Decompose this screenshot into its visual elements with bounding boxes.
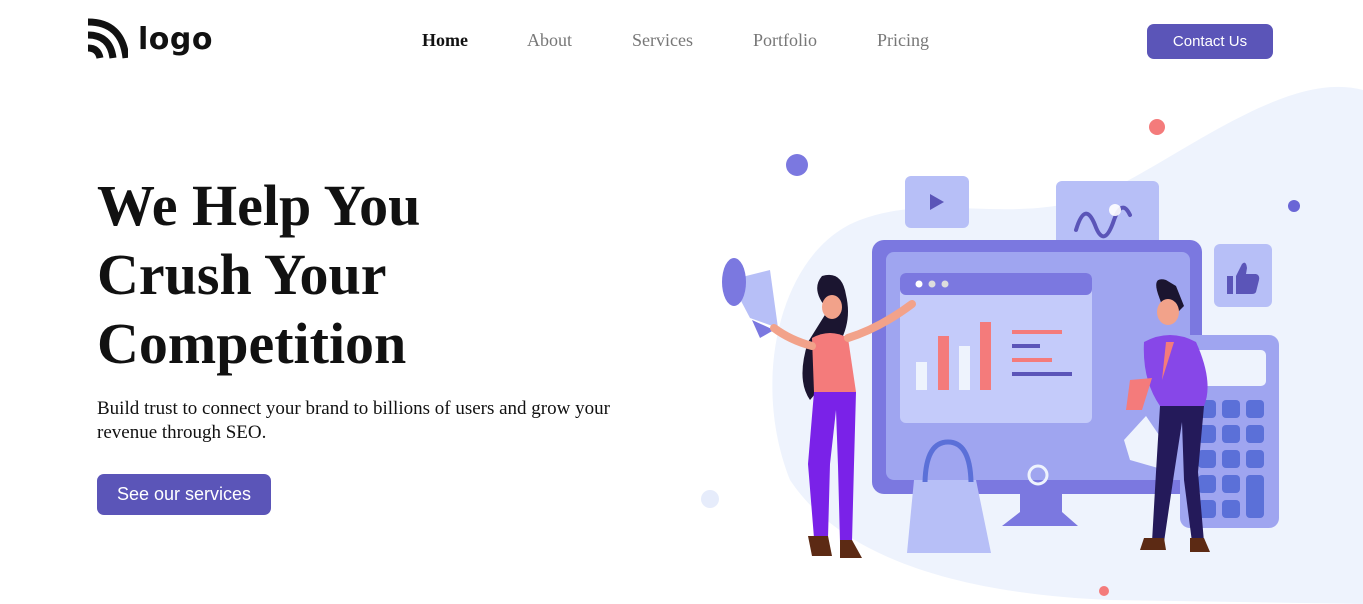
headline-line-1: We Help You — [97, 173, 421, 238]
hero-headline: We Help You Crush Your Competition — [97, 171, 617, 378]
headline-line-2: Crush Your — [97, 242, 387, 307]
thumbs-up-icon — [1214, 244, 1272, 307]
video-card-icon — [905, 176, 969, 228]
nav-pricing[interactable]: Pricing — [877, 30, 929, 51]
hero-subtext: Build trust to connect your brand to bil… — [97, 398, 610, 443]
nav-services[interactable]: Services — [632, 30, 693, 51]
dot-purple — [786, 154, 808, 176]
see-services-button[interactable]: See our services — [97, 474, 271, 515]
dot-coral-bottom — [1099, 586, 1109, 596]
contact-us-button[interactable]: Contact Us — [1147, 24, 1273, 59]
dot-coral — [1149, 119, 1165, 135]
hero-illustration — [701, 86, 1363, 604]
dashboard-panel — [900, 273, 1092, 423]
nav-about[interactable]: About — [527, 30, 572, 51]
nav-portfolio[interactable]: Portfolio — [753, 30, 817, 51]
nav-home[interactable]: Home — [422, 30, 468, 51]
dot-small-purple — [1288, 200, 1300, 212]
dot-light — [701, 490, 719, 508]
headline-line-3: Competition — [97, 311, 407, 376]
